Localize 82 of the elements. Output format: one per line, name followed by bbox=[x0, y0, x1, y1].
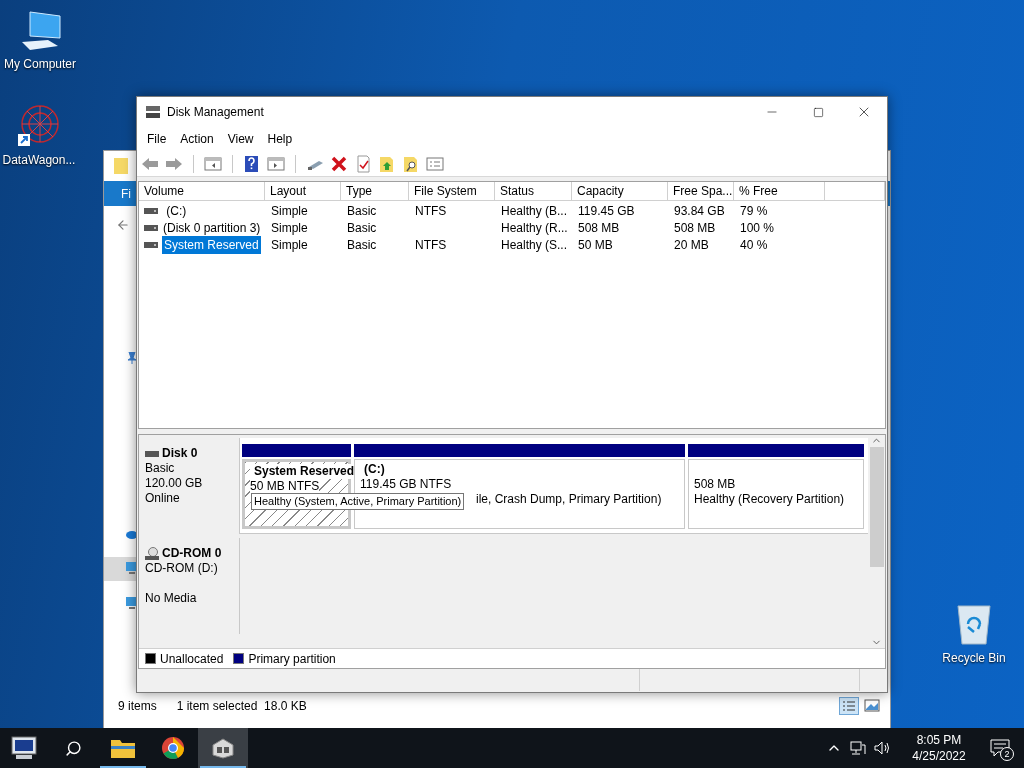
table-cell-text: NTFS bbox=[414, 202, 448, 220]
table-cell-text: Healthy (S... bbox=[500, 236, 569, 254]
item-count: 9 items bbox=[118, 698, 157, 715]
table-cell[interactable]: (Disk 0 partition 3) bbox=[162, 218, 262, 237]
disk-tool-icon bbox=[211, 737, 235, 759]
action-pane-icon[interactable] bbox=[267, 154, 285, 173]
disk-detail: Basic bbox=[145, 461, 176, 476]
drive-icon bbox=[144, 240, 158, 249]
partition-title: System Reserved bbox=[250, 464, 355, 479]
folder-up-icon[interactable] bbox=[378, 154, 396, 173]
taskbar-app-button[interactable] bbox=[198, 728, 248, 768]
disk-tool-icon bbox=[146, 105, 160, 119]
table-cell-text: Simple bbox=[270, 236, 309, 254]
legend-label: Primary partition bbox=[248, 650, 336, 668]
maximize-icon bbox=[812, 106, 824, 118]
table-cell-text: 100 % bbox=[739, 219, 776, 237]
speaker-icon[interactable] bbox=[874, 741, 892, 755]
table-cell-text: Simple bbox=[270, 219, 309, 237]
table-cell-text: Basic bbox=[346, 202, 378, 220]
ribbon-tab[interactable]: Fi bbox=[121, 184, 131, 203]
drive-icon bbox=[144, 206, 158, 215]
help-icon[interactable] bbox=[243, 154, 261, 173]
disk-name: Disk 0 bbox=[162, 446, 198, 461]
disk-status: Online bbox=[145, 491, 181, 506]
table-cell-text: 79 % bbox=[739, 202, 769, 220]
disk-detail: 120.00 GB bbox=[145, 476, 204, 491]
notifications-button[interactable]: 2 bbox=[976, 728, 1024, 768]
details-view-icon[interactable] bbox=[839, 697, 859, 715]
browser-icon bbox=[161, 736, 185, 760]
message-icon bbox=[990, 739, 1010, 757]
monitor-icon bbox=[10, 735, 38, 761]
network-sphere-icon bbox=[16, 104, 62, 148]
table-cell[interactable]: System Reserved bbox=[162, 235, 261, 254]
recycle-bin-icon bbox=[954, 602, 994, 646]
delete-icon[interactable] bbox=[330, 154, 348, 173]
cloud-icon bbox=[126, 529, 138, 539]
clock-date[interactable]: 4/25/2022 bbox=[912, 748, 966, 764]
desktop-icon-label[interactable]: My Computer bbox=[4, 55, 76, 73]
table-cell-text: Healthy (R... bbox=[500, 219, 569, 237]
partition-block[interactable]: 508 MB Healthy (Recovery Partition) bbox=[688, 459, 864, 529]
table-cell-text: NTFS bbox=[414, 236, 448, 254]
thumbnail-view-icon[interactable] bbox=[862, 697, 882, 715]
table-cell-text: 508 MB bbox=[577, 219, 621, 237]
disk-status: No Media bbox=[145, 591, 198, 606]
table-cell-text: Basic bbox=[346, 236, 378, 254]
scrollbar-thumb[interactable] bbox=[869, 447, 884, 567]
desktop-icon-label[interactable]: DataWagon... bbox=[2, 151, 76, 169]
folder-icon bbox=[111, 738, 135, 758]
legend-label: Unallocated bbox=[160, 650, 224, 668]
window-title: Disk Management bbox=[167, 104, 264, 121]
table-cell-text: 508 MB bbox=[673, 219, 717, 237]
network-icon[interactable] bbox=[850, 741, 866, 755]
menu-item[interactable]: Action bbox=[173, 130, 221, 148]
search-icon bbox=[64, 739, 82, 757]
menu-item[interactable]: View bbox=[220, 130, 261, 148]
menu-item[interactable]: Help bbox=[260, 130, 300, 148]
table-cell-text: Simple bbox=[270, 202, 309, 220]
pin-icon bbox=[127, 352, 137, 364]
disk-detail: CD-ROM (D:) bbox=[145, 561, 219, 576]
table-cell-text: Basic bbox=[346, 219, 378, 237]
table-cell-text: 50 MB bbox=[577, 236, 614, 254]
drive-icon bbox=[144, 223, 158, 232]
checklist-icon[interactable] bbox=[354, 154, 372, 173]
table-cell-text: Healthy (B... bbox=[500, 202, 569, 220]
clock-time[interactable]: 8:05 PM bbox=[916, 732, 962, 748]
table-cell-text: 20 MB bbox=[673, 236, 710, 254]
table-cell-text: 40 % bbox=[739, 236, 769, 254]
partition-status: Healthy (Recovery Partition) bbox=[694, 492, 845, 507]
cd-drive-icon bbox=[145, 546, 159, 561]
partition-status: ile, Crash Dump, Primary Partition) bbox=[476, 492, 662, 507]
tooltip: Healthy (System, Active, Primary Partition) bbox=[251, 493, 465, 510]
notification-count: 2 bbox=[1000, 747, 1014, 761]
desktop-icon-label[interactable]: Recycle Bin bbox=[942, 649, 1006, 667]
menu-item[interactable]: File bbox=[140, 130, 174, 148]
disk-name: CD-ROM 0 bbox=[162, 546, 222, 561]
folder-search-icon[interactable] bbox=[402, 154, 420, 173]
table-cell-text: 93.84 GB bbox=[673, 202, 726, 220]
table-cell-text: 119.45 GB bbox=[577, 202, 636, 220]
table-cell[interactable]: (C:) bbox=[162, 201, 188, 220]
folder-icon bbox=[114, 158, 128, 174]
selection-info: 1 item selected 18.0 KB bbox=[176, 698, 307, 715]
console-tree-icon[interactable] bbox=[204, 154, 222, 173]
